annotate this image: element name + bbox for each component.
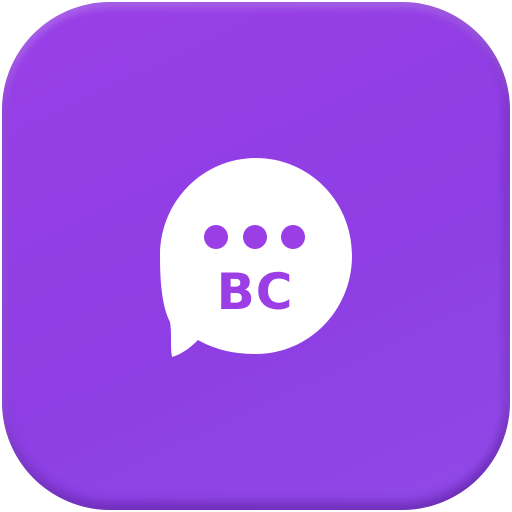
bubble-shape [160, 158, 352, 357]
typing-dot-3 [281, 225, 305, 249]
app-icon-canvas: BC [0, 0, 512, 512]
typing-dot-2 [243, 225, 267, 249]
monogram-text: BC [217, 263, 294, 321]
chat-bubble-icon: BC [160, 158, 352, 357]
typing-dot-1 [204, 225, 228, 249]
